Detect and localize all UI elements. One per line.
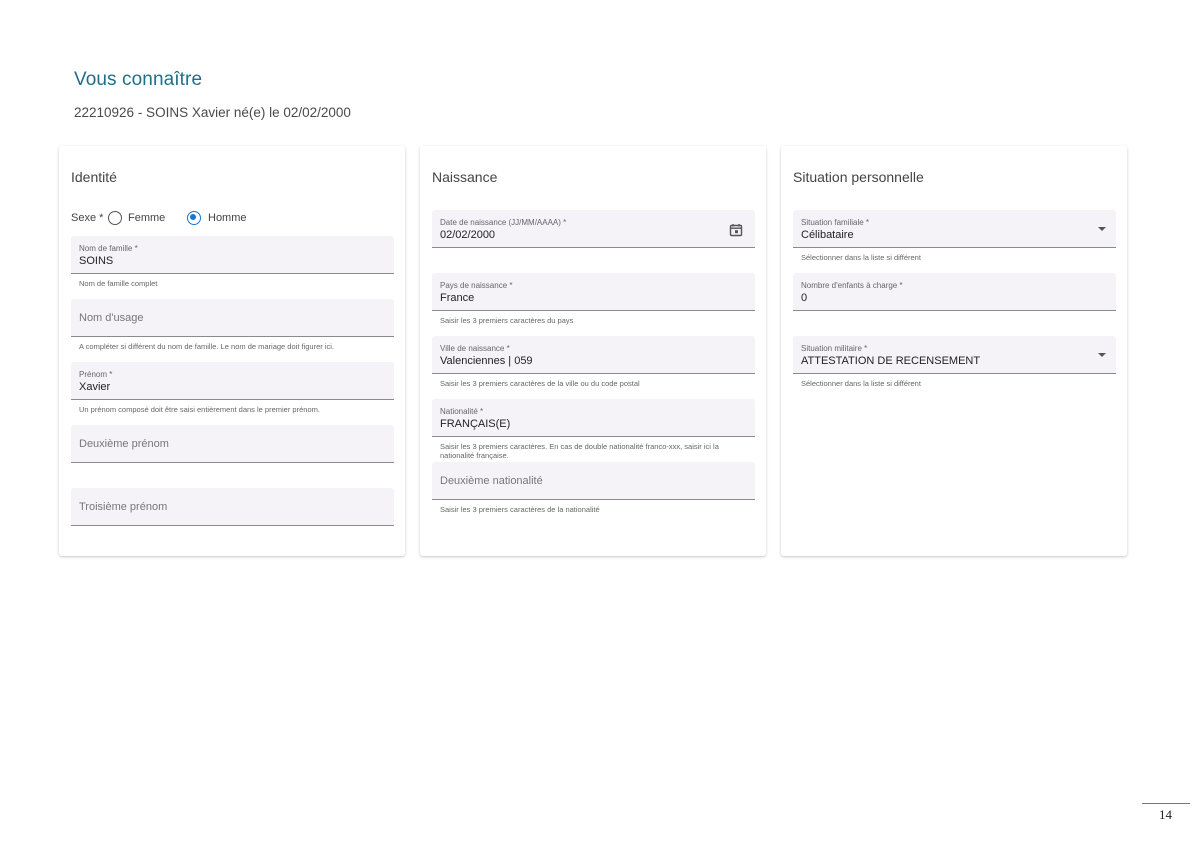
second-nationality-field[interactable]: Deuxième nationalité [432,462,755,500]
children-count-field[interactable]: Nombre d'enfants à charge * 0 [793,273,1116,311]
birth-country-field[interactable]: Pays de naissance * France [432,273,755,311]
second-first-name-field[interactable]: Deuxième prénom [71,425,394,463]
marital-status-label: Situation familiale * [801,218,870,227]
birth-date-label: Date de naissance (JJ/MM/AAAA) * [440,218,567,227]
dropdown-caret-icon[interactable] [1098,227,1106,231]
military-status-hint: Sélectionner dans la liste si différent [801,379,921,388]
birth-city-field[interactable]: Ville de naissance * Valenciennes | 059 [432,336,755,374]
military-status-select[interactable]: Situation militaire * ATTESTATION DE REC… [793,336,1116,374]
dropdown-caret-icon[interactable] [1098,353,1106,357]
nationality-hint: Saisir les 3 premiers caractères. En cas… [440,442,719,460]
identity-card: Identité Sexe * Femme Homme Nom de famil… [59,146,405,556]
radio-femme[interactable] [108,211,122,225]
identity-card-title: Identité [71,169,117,185]
birth-country-value[interactable]: France [440,292,474,304]
personal-situation-card: Situation personnelle Situation familial… [781,146,1127,556]
nationality-value[interactable]: FRANÇAIS(E) [440,418,510,430]
page-number-divider [1142,803,1190,804]
calendar-icon[interactable] [729,223,743,237]
first-name-label: Prénom * [79,370,113,379]
nationality-label: Nationalité * [440,407,484,416]
first-name-field[interactable]: Prénom * Xavier [71,362,394,400]
children-count-value[interactable]: 0 [801,292,807,304]
birth-city-hint: Saisir les 3 premiers caractères de la v… [440,379,640,388]
birth-city-value[interactable]: Valenciennes | 059 [440,355,533,367]
radio-homme[interactable] [187,211,201,225]
marital-status-value[interactable]: Célibataire [801,229,854,241]
usage-name-placeholder: Nom d'usage [79,312,144,324]
marital-status-select[interactable]: Situation familiale * Célibataire [793,210,1116,248]
sex-label: Sexe * [71,212,104,224]
military-status-label: Situation militaire * [801,344,868,353]
page-title: Vous connaître [74,69,203,90]
last-name-hint: Nom de famille complet [79,279,158,288]
personal-situation-card-title: Situation personnelle [793,169,924,185]
birth-city-label: Ville de naissance * [440,344,510,353]
radio-femme-label[interactable]: Femme [128,212,165,224]
second-nationality-hint: Saisir les 3 premiers caractères de la n… [440,505,600,514]
marital-status-hint: Sélectionner dans la liste si différent [801,253,921,262]
birth-date-value[interactable]: 02/02/2000 [440,229,495,241]
radio-homme-label[interactable]: Homme [208,212,247,224]
last-name-field[interactable]: Nom de famille * SOINS [71,236,394,274]
page-subtitle: 22210926 - SOINS Xavier né(e) le 02/02/2… [74,105,351,120]
last-name-value[interactable]: SOINS [79,255,113,267]
first-name-value[interactable]: Xavier [79,381,110,393]
usage-name-field[interactable]: Nom d'usage [71,299,394,337]
nationality-field[interactable]: Nationalité * FRANÇAIS(E) [432,399,755,437]
third-first-name-field[interactable]: Troisième prénom [71,488,394,526]
usage-name-hint: A compléter si différent du nom de famil… [79,342,334,351]
second-nationality-placeholder: Deuxième nationalité [440,475,543,487]
second-first-name-placeholder: Deuxième prénom [79,438,169,450]
first-name-hint: Un prénom composé doit être saisi entièr… [79,405,320,414]
birth-country-label: Pays de naissance * [440,281,513,290]
birth-date-field[interactable]: Date de naissance (JJ/MM/AAAA) * 02/02/2… [432,210,755,248]
page-number: 14 [1159,807,1172,822]
birth-card: Naissance Date de naissance (JJ/MM/AAAA)… [420,146,766,556]
birth-country-hint: Saisir les 3 premiers caractères du pays [440,316,574,325]
last-name-label: Nom de famille * [79,244,138,253]
children-count-label: Nombre d'enfants à charge * [801,281,903,290]
military-status-value[interactable]: ATTESTATION DE RECENSEMENT [801,355,980,367]
third-first-name-placeholder: Troisième prénom [79,501,168,513]
birth-card-title: Naissance [432,169,498,185]
